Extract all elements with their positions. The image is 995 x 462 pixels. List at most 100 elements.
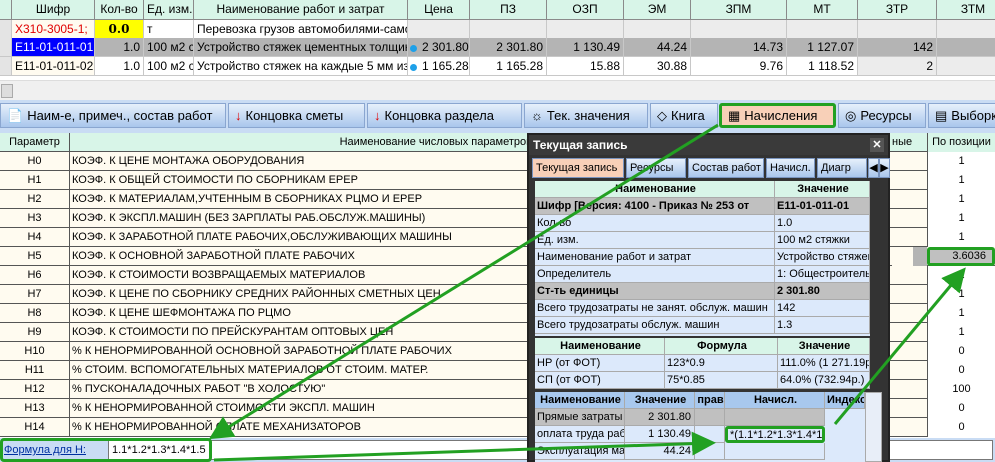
param-global-cell[interactable] xyxy=(892,361,927,380)
param-global-cell[interactable] xyxy=(892,152,927,171)
column-header[interactable]: ЗПМ xyxy=(691,0,787,20)
param-global-cell[interactable] xyxy=(892,342,927,361)
param-global-cell[interactable] xyxy=(892,171,927,190)
t3-header[interactable]: прав xyxy=(695,392,725,409)
accrual-cell[interactable]: 2 301.80 xyxy=(625,409,695,426)
param-global-cell[interactable] xyxy=(892,304,927,323)
grid-cell[interactable]: 142 xyxy=(858,38,937,57)
column-header[interactable]: ПЗ xyxy=(470,0,547,20)
t1-header[interactable]: Наименование xyxy=(535,181,775,198)
t3-header[interactable]: Наименование xyxy=(535,392,625,409)
record-value[interactable]: 1.0 xyxy=(775,215,870,232)
column-header[interactable]: ЗТМ xyxy=(937,0,995,20)
params-column-header[interactable]: Параметр xyxy=(0,133,70,151)
params-column-header[interactable]: По позиции xyxy=(927,133,995,152)
tab-calculator[interactable]: ▦ Начисления xyxy=(719,103,836,128)
t2-header[interactable]: Наименование xyxy=(535,338,665,355)
accrual-cell[interactable]: Прямые затраты xyxy=(535,409,625,426)
charge-cell[interactable]: 64.0% (732.94р.) xyxy=(778,372,870,389)
column-header[interactable]: ЗТР xyxy=(858,0,937,20)
charge-cell[interactable]: 111.0% (1 271.19р.) xyxy=(778,355,870,372)
grid-cell[interactable]: 1 127.07 xyxy=(787,38,858,57)
param-position-value[interactable]: 1 xyxy=(927,304,995,323)
accrual-cell[interactable]: оплата труда раб xyxy=(535,426,625,443)
column-header[interactable]: МТ xyxy=(787,0,858,20)
param-position-value[interactable]: 0 xyxy=(927,342,995,361)
grid-cell[interactable]: 44.24 xyxy=(624,38,691,57)
row-indicator[interactable] xyxy=(0,38,12,57)
tab-arrow-down-p[interactable]: ↓ Концовка раздела xyxy=(367,103,522,128)
grid-cell[interactable] xyxy=(408,20,470,39)
accrual-cell[interactable]: 1 130.49 xyxy=(625,426,695,443)
scroll-thumb[interactable] xyxy=(1,84,13,98)
grid-cell[interactable]: 1.0 xyxy=(95,38,144,57)
window-tab[interactable]: Ресурсы xyxy=(626,158,686,178)
grid-cell[interactable]: 100 м2 ст xyxy=(144,57,194,76)
row-indicator[interactable] xyxy=(0,57,12,76)
grid-cell[interactable]: 0 xyxy=(937,57,995,76)
grid-cell[interactable]: Е11-01-011-01 xyxy=(12,38,95,57)
param-position-value[interactable]: 1 xyxy=(927,209,995,228)
grid-cell[interactable]: Перевозка грузов автомобилями-само... xyxy=(194,20,408,39)
param-position-value[interactable]: 3.6036 xyxy=(927,247,995,266)
record-value[interactable]: 1.3 xyxy=(775,317,870,334)
close-icon[interactable]: ✕ xyxy=(870,138,884,152)
charge-cell[interactable]: СП (от ФОТ) xyxy=(535,372,665,389)
param-position-value[interactable]: 100 xyxy=(927,380,995,399)
grid-cell[interactable]: Устройство стяжек на каждые 5 мм из... xyxy=(194,57,408,76)
param-position-value[interactable]: 1 xyxy=(927,228,995,247)
t2-header[interactable]: Формула xyxy=(665,338,778,355)
record-value[interactable]: 2 301.80 xyxy=(775,283,870,300)
grid-cell[interactable]: 1 118.52 xyxy=(787,57,858,76)
tab-document[interactable]: 📄 Наим-е, примеч., состав работ xyxy=(0,103,226,128)
param-global-cell[interactable] xyxy=(892,209,927,228)
charge-cell[interactable]: НР (от ФОТ) xyxy=(535,355,665,372)
param-global-cell[interactable] xyxy=(892,323,927,342)
grid-cell[interactable]: 9.76 xyxy=(691,57,787,76)
record-value[interactable]: 100 м2 стяжки xyxy=(775,232,870,249)
grid-cell[interactable]: 1 130.49 xyxy=(547,38,624,57)
tab-resources[interactable]: ◎ Ресурсы xyxy=(838,103,926,128)
accrual-cell[interactable]: Эксплуатация ма xyxy=(535,443,625,460)
record-value[interactable]: Е11-01-011-01 xyxy=(775,198,870,215)
grid-cell[interactable]: 1 xyxy=(937,38,995,57)
param-position-value[interactable]: 1 xyxy=(927,285,995,304)
tab-values[interactable]: ☼ Тек. значения xyxy=(524,103,648,128)
grid-cell[interactable]: 0.0 xyxy=(95,20,144,39)
grid-cell[interactable]: 2 301.80 xyxy=(470,38,547,57)
param-global-cell[interactable] xyxy=(892,285,927,304)
tab-book[interactable]: ◇ Книга xyxy=(650,103,718,128)
param-global-cell[interactable] xyxy=(892,399,927,418)
scroll-right-icon[interactable]: ▶ xyxy=(879,158,890,178)
t3-header[interactable]: Начисл. xyxy=(725,392,825,409)
grid-cell[interactable]: т xyxy=(144,20,194,39)
row-indicator[interactable] xyxy=(0,20,12,39)
grid-cell[interactable]: 14.73 xyxy=(691,38,787,57)
grid-cell[interactable]: 100 м2 ст xyxy=(144,38,194,57)
accrual-cell[interactable] xyxy=(695,426,725,443)
grid-cell[interactable]: Х310-3005-1; xyxy=(12,20,95,39)
grid-cell[interactable]: Устройство стяжек цементных толщин... xyxy=(194,38,408,57)
charge-cell[interactable]: 75*0.85 xyxy=(665,372,778,389)
grid-cell[interactable] xyxy=(858,20,937,39)
grid-cell[interactable] xyxy=(470,20,547,39)
params-column-header[interactable]: Наименование числовых параметров xyxy=(72,133,532,151)
column-header[interactable]: Ед. изм. xyxy=(144,0,194,20)
param-position-value[interactable]: 1 xyxy=(927,266,995,285)
record-value[interactable]: Устройство стяжек xyxy=(775,249,870,266)
accrual-cell[interactable] xyxy=(725,409,825,426)
t3-header[interactable]: Индекс xyxy=(825,392,865,409)
param-position-value[interactable]: 1 xyxy=(927,171,995,190)
param-global-cell[interactable] xyxy=(892,190,927,209)
grid-cell[interactable] xyxy=(547,20,624,39)
param-position-value[interactable]: 1 xyxy=(927,190,995,209)
column-header[interactable]: Кол-во xyxy=(95,0,144,20)
window-tab[interactable]: Текущая запись xyxy=(532,158,624,178)
accrual-cell[interactable]: *(1.1*1.2*1.3*1.4*1.5) xyxy=(725,426,825,443)
param-position-value[interactable]: 1 xyxy=(927,152,995,171)
column-header[interactable]: Наименование работ и затрат xyxy=(194,0,408,20)
grid-cell[interactable]: 1 165.28 xyxy=(470,57,547,76)
accrual-cell[interactable] xyxy=(725,443,825,460)
grid-cell[interactable]: 2 xyxy=(858,57,937,76)
param-global-cell[interactable] xyxy=(892,266,927,285)
